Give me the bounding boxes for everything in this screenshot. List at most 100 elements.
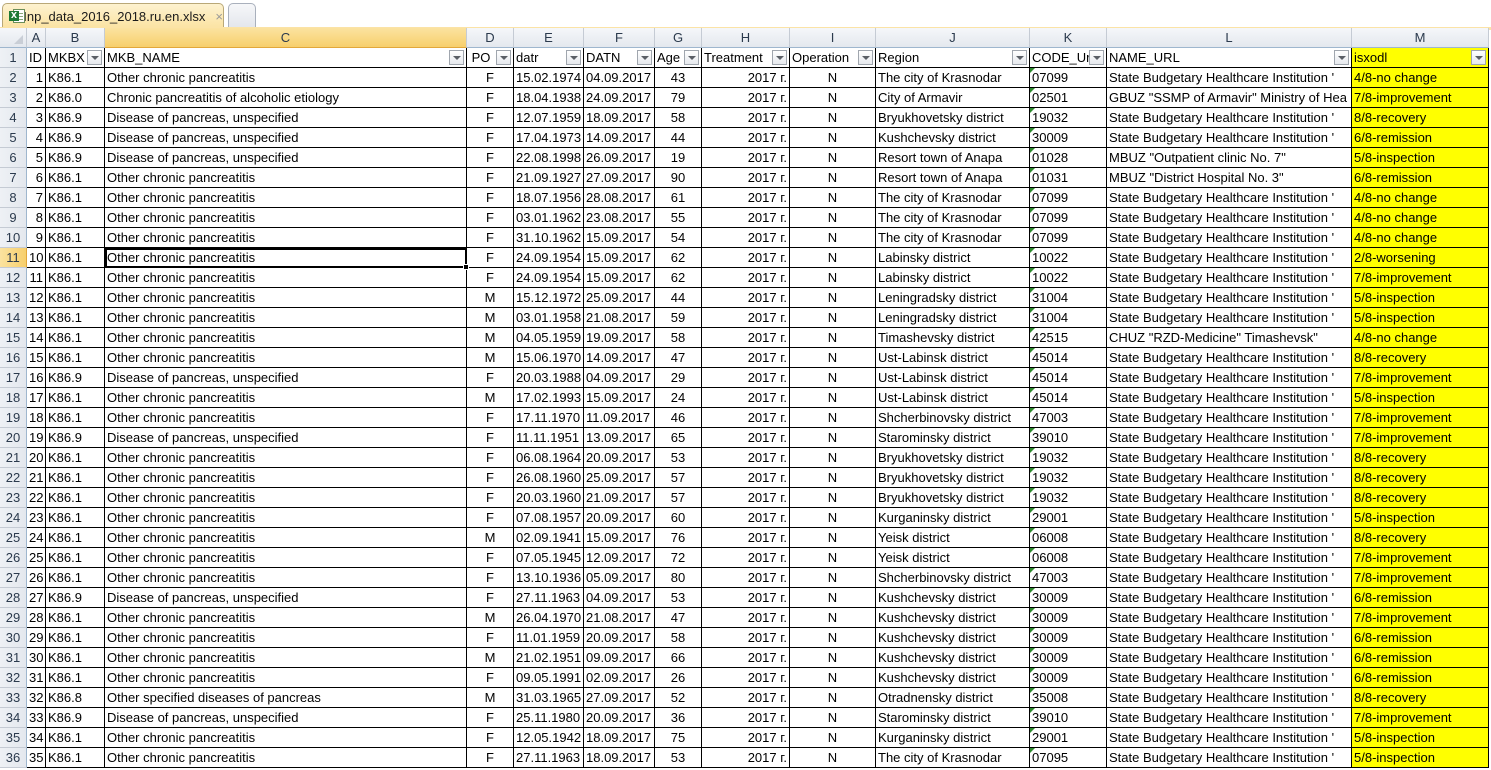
cell-code-ur[interactable]: 42515 (1030, 328, 1107, 348)
cell-treatment[interactable]: 2017 г. (702, 308, 790, 328)
cell-mkb-name[interactable]: Other chronic pancreatitis (105, 728, 467, 748)
filter-dropdown-icon[interactable] (1471, 50, 1486, 65)
cell-id[interactable]: 30 (27, 648, 46, 668)
cell-age[interactable]: 47 (655, 608, 702, 628)
cell-age[interactable]: 62 (655, 248, 702, 268)
cell-treatment[interactable]: 2017 г. (702, 708, 790, 728)
cell-treatment[interactable]: 2017 г. (702, 628, 790, 648)
cell-datn[interactable]: 05.09.2017 (584, 568, 655, 588)
cell-mkb-name[interactable]: Other chronic pancreatitis (105, 528, 467, 548)
cell-name-url[interactable]: State Budgetary Healthcare Institution ' (1107, 448, 1352, 468)
cell-region[interactable]: The city of Krasnodar (876, 188, 1030, 208)
cell-treatment[interactable]: 2017 г. (702, 488, 790, 508)
column-header-D[interactable]: D (467, 28, 514, 48)
cell-age[interactable]: 53 (655, 588, 702, 608)
cell-region[interactable]: The city of Krasnodar (876, 748, 1030, 768)
row-header-30[interactable]: 30 (0, 628, 27, 648)
cell-datn[interactable]: 20.09.2017 (584, 448, 655, 468)
row-header-33[interactable]: 33 (0, 688, 27, 708)
cell-name-url[interactable]: State Budgetary Healthcare Institution ' (1107, 668, 1352, 688)
cell-treatment[interactable]: 2017 г. (702, 348, 790, 368)
cell-name-url[interactable]: State Budgetary Healthcare Institution ' (1107, 588, 1352, 608)
cell-po[interactable]: F (467, 68, 514, 88)
cell-operation[interactable]: N (790, 248, 876, 268)
cell-name-url[interactable]: State Budgetary Healthcare Institution ' (1107, 408, 1352, 428)
cell-treatment[interactable]: 2017 г. (702, 208, 790, 228)
cell-datr[interactable]: 11.01.1959 (514, 628, 584, 648)
cell-age[interactable]: 72 (655, 548, 702, 568)
cell-name-url[interactable]: CHUZ "RZD-Medicine" Timashevsk" (1107, 328, 1352, 348)
cell-mkb-name[interactable]: Other chronic pancreatitis (105, 608, 467, 628)
cell-datn[interactable]: 20.09.2017 (584, 508, 655, 528)
cell-treatment[interactable]: 2017 г. (702, 388, 790, 408)
cell-isxodl[interactable]: 5/8-inspection (1352, 308, 1489, 328)
cell-treatment[interactable]: 2017 г. (702, 608, 790, 628)
header-cell-datn[interactable]: DATN (584, 48, 655, 68)
filter-dropdown-icon[interactable] (684, 50, 699, 65)
row-header-17[interactable]: 17 (0, 368, 27, 388)
cell-po[interactable]: F (467, 488, 514, 508)
cell-datr[interactable]: 18.07.1956 (514, 188, 584, 208)
cell-isxodl[interactable]: 8/8-recovery (1352, 468, 1489, 488)
cell-datr[interactable]: 31.03.1965 (514, 688, 584, 708)
column-header-F[interactable]: F (584, 28, 655, 48)
cell-datr[interactable]: 03.01.1958 (514, 308, 584, 328)
filter-dropdown-icon[interactable] (1334, 50, 1349, 65)
cell-name-url[interactable]: State Budgetary Healthcare Institution ' (1107, 68, 1352, 88)
row-header-14[interactable]: 14 (0, 308, 27, 328)
cell-code-ur[interactable]: 47003 (1030, 408, 1107, 428)
cell-mkb-name[interactable]: Other chronic pancreatitis (105, 548, 467, 568)
cell-isxodl[interactable]: 5/8-inspection (1352, 288, 1489, 308)
header-cell-age[interactable]: Age (655, 48, 702, 68)
cell-treatment[interactable]: 2017 г. (702, 88, 790, 108)
cell-id[interactable]: 26 (27, 568, 46, 588)
row-header-9[interactable]: 9 (0, 208, 27, 228)
cell-operation[interactable]: N (790, 308, 876, 328)
cell-region[interactable]: Bryukhovetsky district (876, 468, 1030, 488)
cell-age[interactable]: 57 (655, 488, 702, 508)
cell-operation[interactable]: N (790, 668, 876, 688)
cell-datr[interactable]: 26.08.1960 (514, 468, 584, 488)
cell-id[interactable]: 17 (27, 388, 46, 408)
filter-dropdown-icon[interactable] (1012, 50, 1027, 65)
cell-mkbx[interactable]: K86.1 (46, 468, 105, 488)
cell-code-ur[interactable]: 06008 (1030, 528, 1107, 548)
cell-treatment[interactable]: 2017 г. (702, 508, 790, 528)
cell-name-url[interactable]: State Budgetary Healthcare Institution ' (1107, 508, 1352, 528)
row-header-21[interactable]: 21 (0, 448, 27, 468)
cell-treatment[interactable]: 2017 г. (702, 548, 790, 568)
cell-code-ur[interactable]: 29001 (1030, 508, 1107, 528)
cell-isxodl[interactable]: 4/8-no change (1352, 208, 1489, 228)
header-cell-id[interactable]: ID (27, 48, 46, 68)
cell-mkbx[interactable]: K86.1 (46, 288, 105, 308)
header-cell-code-ur[interactable]: CODE_Ur (1030, 48, 1107, 68)
row-header-16[interactable]: 16 (0, 348, 27, 368)
cell-datn[interactable]: 19.09.2017 (584, 328, 655, 348)
cell-isxodl[interactable]: 5/8-inspection (1352, 148, 1489, 168)
cell-name-url[interactable]: State Budgetary Healthcare Institution ' (1107, 208, 1352, 228)
row-header-20[interactable]: 20 (0, 428, 27, 448)
filter-dropdown-icon[interactable] (637, 50, 652, 65)
row-header-23[interactable]: 23 (0, 488, 27, 508)
cell-name-url[interactable]: State Budgetary Healthcare Institution ' (1107, 108, 1352, 128)
cell-age[interactable]: 59 (655, 308, 702, 328)
cell-id[interactable]: 13 (27, 308, 46, 328)
cell-region[interactable]: Labinsky district (876, 268, 1030, 288)
cell-datn[interactable]: 12.09.2017 (584, 548, 655, 568)
cell-mkb-name[interactable]: Other chronic pancreatitis (105, 268, 467, 288)
cell-name-url[interactable]: State Budgetary Healthcare Institution ' (1107, 608, 1352, 628)
filter-dropdown-icon[interactable] (566, 50, 581, 65)
cell-datn[interactable]: 14.09.2017 (584, 128, 655, 148)
column-header-H[interactable]: H (702, 28, 790, 48)
cell-po[interactable]: F (467, 468, 514, 488)
cell-po[interactable]: F (467, 708, 514, 728)
cell-mkb-name[interactable]: Other chronic pancreatitis (105, 328, 467, 348)
row-header-4[interactable]: 4 (0, 108, 27, 128)
cell-operation[interactable]: N (790, 508, 876, 528)
cell-age[interactable]: 54 (655, 228, 702, 248)
cell-age[interactable]: 58 (655, 108, 702, 128)
cell-mkb-name[interactable]: Other chronic pancreatitis (105, 188, 467, 208)
cell-age[interactable]: 55 (655, 208, 702, 228)
cell-mkb-name[interactable]: Other chronic pancreatitis (105, 448, 467, 468)
cell-isxodl[interactable]: 5/8-inspection (1352, 508, 1489, 528)
